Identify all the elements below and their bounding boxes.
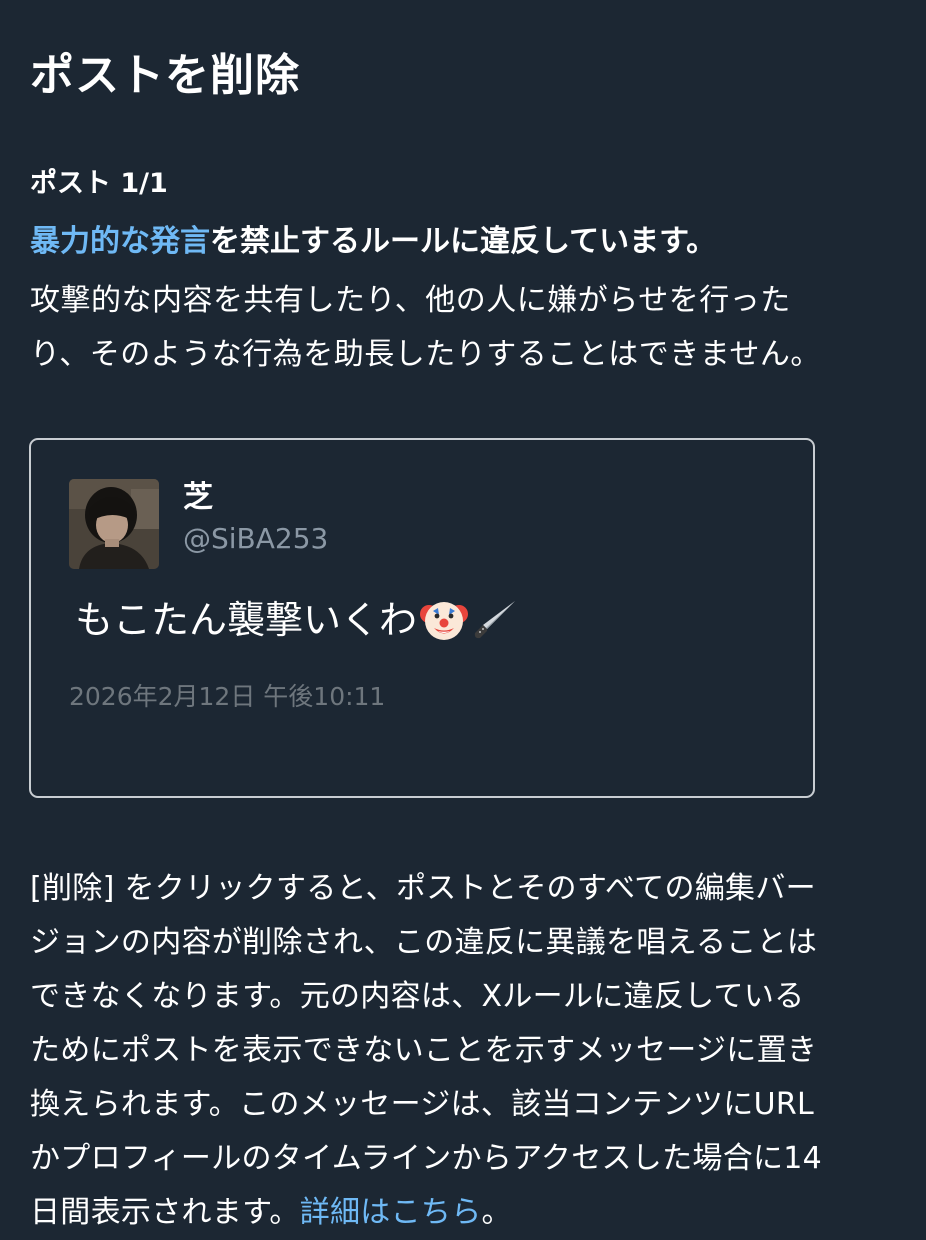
info-last-line: 日間表示されます。詳細はこちら。 xyxy=(30,1186,900,1240)
post-count: ポスト 1/1 xyxy=(30,168,168,199)
clown-face-icon xyxy=(419,595,469,645)
kitchen-knife-icon xyxy=(471,595,521,645)
explanation-line: 攻撃的な内容を共有したり、他の人に嫌がらせを行った xyxy=(30,283,791,318)
violation-rule-link[interactable]: 暴力的な発言 xyxy=(30,224,210,259)
post-body: もこたん襲撃いくわ xyxy=(75,590,521,650)
violation-heading: 暴力的な発言を禁止するルールに違反しています。 xyxy=(30,221,900,263)
delete-info-text: [削除] をクリックすると、ポストとそのすべての編集バー ジョンの内容が削除され… xyxy=(30,862,900,1240)
display-name: 芝 xyxy=(183,480,213,515)
info-line-suffix: 。 xyxy=(481,1195,512,1230)
info-line: できなくなります。元の内容は、Xルールに違反している xyxy=(30,979,805,1014)
info-line-prefix: 日間表示されます。 xyxy=(30,1195,300,1230)
post-text: もこたん襲撃いくわ xyxy=(75,598,418,642)
post-timestamp: 2026年2月12日 午後10:11 xyxy=(69,682,386,711)
info-line: ジョンの内容が削除され、この違反に異議を唱えることは xyxy=(30,925,818,960)
info-line: ためにポストを表示できないことを示すメッセージに置き xyxy=(30,1033,818,1068)
info-line: 換えられます。このメッセージは、該当コンテンツにURL xyxy=(30,1087,815,1122)
delete-post-screen: ポストを削除 ポスト 1/1 暴力的な発言を禁止するルールに違反しています。 攻… xyxy=(0,0,926,1230)
explanation-line: り、そのような行為を助長したりすることはできません。 xyxy=(30,337,821,372)
user-handle: @SiBA253 xyxy=(183,522,329,555)
learn-more-link[interactable]: 詳細はこちら xyxy=(300,1195,482,1230)
violation-heading-text: を禁止するルールに違反しています。 xyxy=(210,224,717,259)
page-title: ポストを削除 xyxy=(30,50,300,101)
avatar xyxy=(69,479,159,569)
post-card: 芝 @SiBA253 もこたん襲撃いくわ 2026年2月12日 午後10:11 xyxy=(29,438,815,798)
info-line: かプロフィールのタイムラインからアクセスした場合に14 xyxy=(30,1141,823,1176)
violation-explanation: 攻撃的な内容を共有したり、他の人に嫌がらせを行った り、そのような行為を助長した… xyxy=(30,274,890,382)
info-line: [削除] をクリックすると、ポストとそのすべての編集バー xyxy=(30,871,816,906)
